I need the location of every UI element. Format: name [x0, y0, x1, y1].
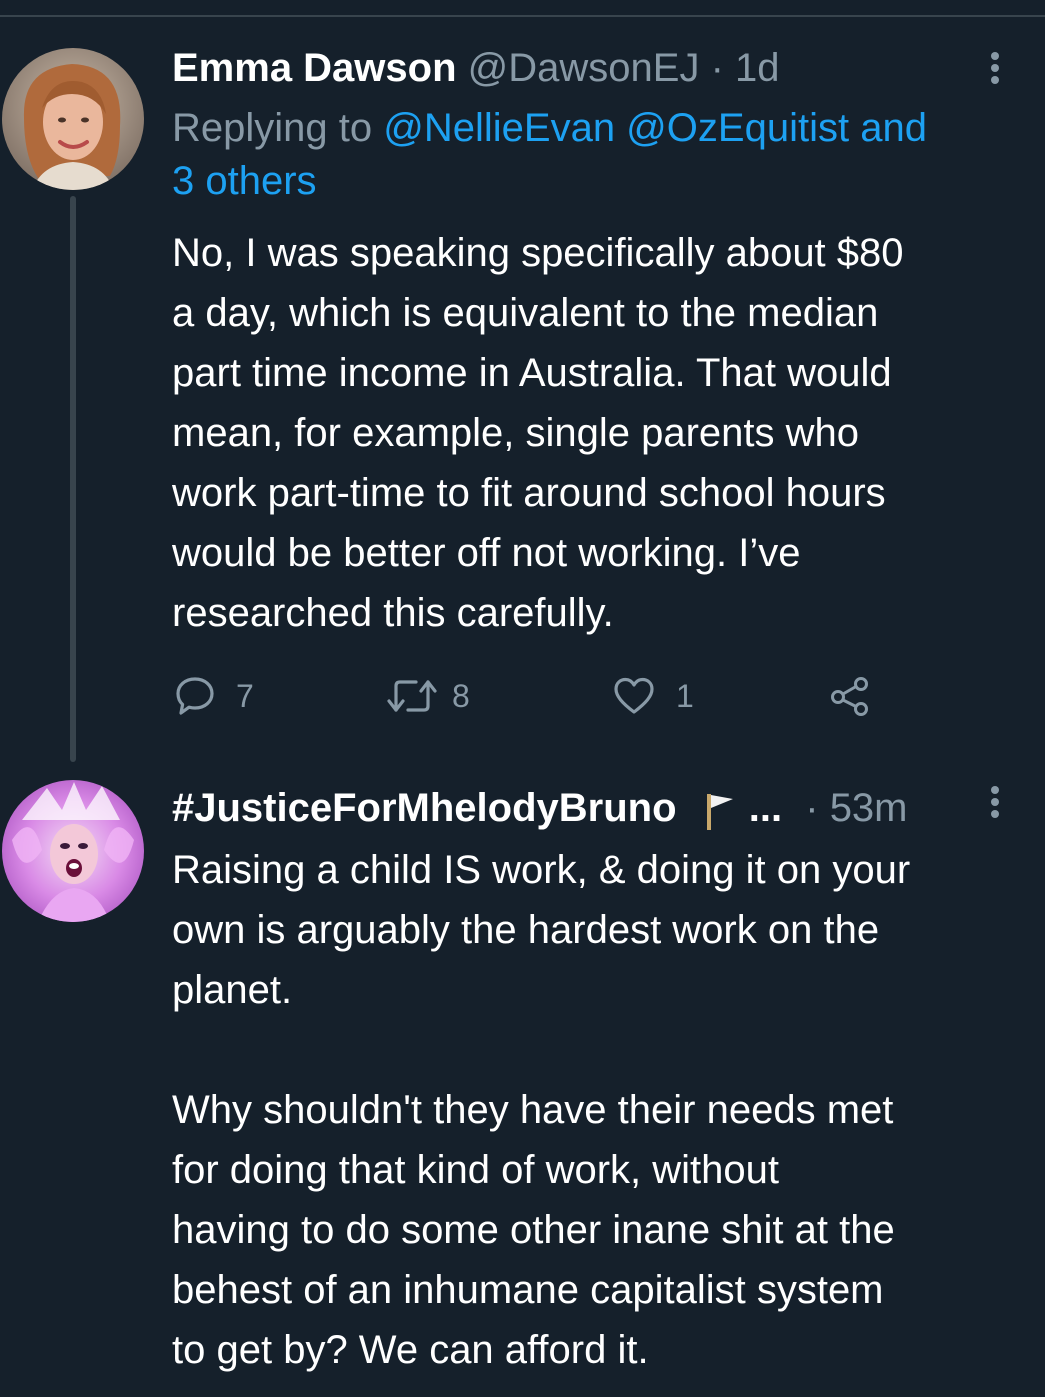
white-flag-icon — [706, 794, 733, 831]
tweet-body: Raising a child IS work, & doing it on y… — [172, 840, 1012, 1380]
retweet-button[interactable]: 8 — [386, 676, 470, 716]
retweet-count: 8 — [452, 677, 470, 714]
tweet-actions: 7 8 1 — [174, 676, 894, 716]
more-vertical-icon — [991, 52, 999, 60]
share-button[interactable] — [828, 676, 872, 716]
tweet-body-line: for doing that kind of work, without — [172, 1148, 779, 1192]
tweet-body-line: a day, which is equivalent to the median — [172, 291, 879, 335]
like-count: 1 — [676, 677, 694, 714]
tweet-justice-for-mhelody-bruno[interactable]: #JusticeForMhelodyBruno ... · 53m Raisin… — [0, 770, 1045, 1397]
comment-bubble-icon — [176, 677, 214, 715]
tweet-emma-dawson[interactable]: Emma Dawson @DawsonEJ · 1d Replying to @… — [0, 0, 1045, 762]
share-icon — [831, 677, 868, 716]
more-vertical-icon — [991, 786, 999, 794]
tweet-body-line: mean, for example, single parents who — [172, 411, 860, 455]
tweet-body-line: would be better off not working. I’ve — [172, 531, 801, 575]
reply-button[interactable]: 7 — [174, 676, 254, 716]
more-options-button[interactable] — [989, 52, 1001, 92]
replying-to-and[interactable]: and — [860, 106, 927, 150]
tweet-header: #JusticeForMhelodyBruno ... · 53m — [172, 783, 1012, 833]
tweet-body-line: work part-time to fit around school hour… — [172, 471, 886, 515]
tweet-body-line: planet. — [172, 968, 293, 1012]
tweet-body-line: own is arguably the hardest work on the — [172, 908, 880, 952]
tweet-header: Emma Dawson @DawsonEJ · 1d — [172, 43, 1012, 93]
avatar-justice-for-mhelody-bruno[interactable] — [2, 780, 144, 922]
tweet-body-line: part time income in Australia. That woul… — [172, 351, 892, 395]
replying-to-mentions[interactable]: @NellieEvan @OzEquitist — [383, 106, 849, 150]
more-options-button[interactable] — [989, 786, 1001, 826]
tweet-body-line: No, I was speaking specifically about $8… — [172, 231, 904, 275]
retweet-icon — [387, 680, 437, 712]
tweet-body-line: researched this carefully. — [172, 591, 614, 635]
separator-dot: · — [805, 786, 819, 830]
tweet-body-line — [172, 1020, 1012, 1080]
tweet-body-line: Why shouldn't they have their needs met — [172, 1088, 894, 1132]
replying-to-line: Replying to @NellieEvan @OzEquitist and … — [172, 102, 1012, 208]
like-button[interactable]: 1 — [612, 676, 694, 716]
replying-to-prefix: Replying to — [172, 106, 373, 150]
tweet-body: No, I was speaking specifically about $8… — [172, 223, 1012, 643]
tweet-body-line: having to do some other inane shit at th… — [172, 1208, 895, 1252]
display-name[interactable]: #JusticeForMhelodyBruno — [172, 786, 677, 830]
avatar-emma-dawson[interactable] — [2, 48, 144, 190]
thread-connector-line — [70, 196, 76, 762]
reply-count: 7 — [236, 677, 254, 714]
tweet-body-line: behest of an inhumane capitalist system — [172, 1268, 884, 1312]
replying-to-others[interactable]: 3 others — [172, 159, 317, 203]
name-truncation-ellipsis: ... — [748, 786, 783, 830]
timestamp[interactable]: 1d — [735, 46, 780, 90]
heart-icon — [614, 677, 654, 714]
timestamp[interactable]: 53m — [830, 786, 908, 830]
display-name[interactable]: Emma Dawson — [172, 46, 457, 90]
tweet-body-line: to get by? We can afford it. — [172, 1328, 649, 1372]
separator-dot: · — [710, 46, 724, 90]
tweet-body-line: Raising a child IS work, & doing it on y… — [172, 848, 911, 892]
user-handle[interactable]: @DawsonEJ — [468, 46, 700, 90]
